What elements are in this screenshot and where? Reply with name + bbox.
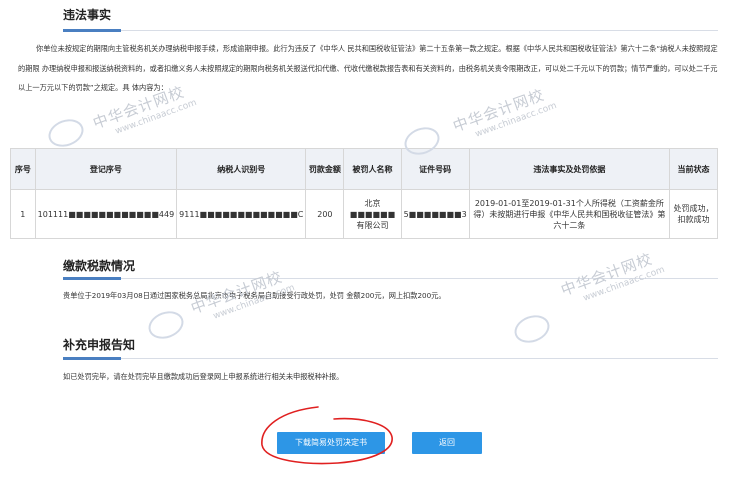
section-divider <box>63 358 718 359</box>
watermark-logo-icon <box>510 310 554 348</box>
header-status: 当前状态 <box>669 148 718 190</box>
watermark-logo-icon <box>144 306 188 344</box>
section-divider <box>63 30 718 31</box>
violation-description: 你单位未按规定的期限向主管税务机关办理纳税申报手续，形成逾期申报。此行为违反了《… <box>18 44 718 92</box>
cell-id-number: 5■■■■■■■3 <box>400 189 470 239</box>
cell-fine-amount: 200 <box>305 189 345 239</box>
section-title-supplement: 补充申报告知 <box>63 338 136 352</box>
cell-violation-basis: 2019-01-01至2019-01-31个人所得税（工资薪金所得）未按期进行申… <box>468 189 671 239</box>
section-accent-bar <box>63 29 121 32</box>
section-accent-bar <box>63 277 121 280</box>
cell-penalized-name: 北京■■■■■■有限公司 <box>343 189 402 239</box>
header-violation-basis: 违法事实及处罚依据 <box>468 148 671 190</box>
watermark-logo-icon <box>44 114 88 152</box>
table-header-row: 序号 登记序号 纳税人识别号 罚款金额 被罚人名称 证件号码 违法事实及处罚依据… <box>10 148 718 190</box>
header-index: 序号 <box>10 148 36 190</box>
header-fine-amount: 罚款金额 <box>305 148 345 190</box>
header-registration-no: 登记序号 <box>34 148 178 190</box>
header-penalized-name: 被罚人名称 <box>343 148 402 190</box>
supplement-description: 如已处罚完毕，请在处罚完毕且缴款成功后登录网上申报系统进行相关未申报税种补报。 <box>63 372 344 381</box>
cell-index: 1 <box>10 189 36 239</box>
section-title-payment: 缴款税款情况 <box>63 259 136 273</box>
section-divider <box>63 278 718 279</box>
back-button[interactable]: 返回 <box>412 432 482 454</box>
cell-registration-no: 101111■■■■■■■■■■■■449 <box>34 189 178 239</box>
cell-status: 处罚成功，扣款成功 <box>669 189 718 239</box>
payment-description: 贵单位于2019年03月08日通过国家税务总局北京市电子税务局自助接受行政处罚，… <box>63 291 446 300</box>
header-taxpayer-id: 纳税人识别号 <box>176 148 307 190</box>
penalty-table: 序号 登记序号 纳税人识别号 罚款金额 被罚人名称 证件号码 违法事实及处罚依据… <box>10 148 718 239</box>
header-id-number: 证件号码 <box>400 148 470 190</box>
section-title-violation: 违法事实 <box>63 8 112 22</box>
cell-taxpayer-id: 9111■■■■■■■■■■■■■C <box>176 189 307 239</box>
table-row: 1 101111■■■■■■■■■■■■449 9111■■■■■■■■■■■■… <box>10 189 718 239</box>
annotation-circle <box>261 406 393 465</box>
section-accent-bar <box>63 357 121 360</box>
